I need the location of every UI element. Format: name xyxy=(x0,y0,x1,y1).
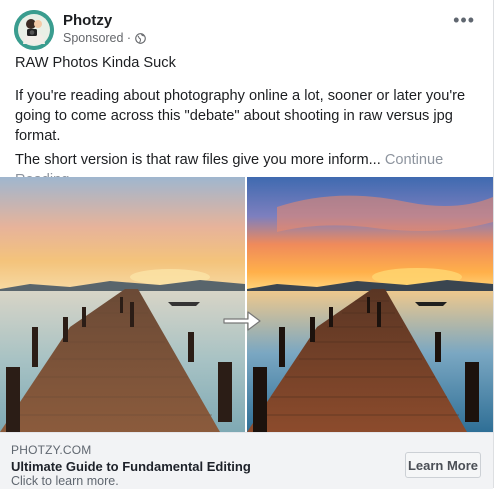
before-photo[interactable] xyxy=(0,177,245,432)
after-photo[interactable] xyxy=(247,177,493,432)
page-avatar[interactable] xyxy=(14,10,54,50)
comparison-image[interactable] xyxy=(0,177,493,432)
page-name-link[interactable]: Photzy xyxy=(63,12,112,29)
post-meta: Sponsored · xyxy=(63,31,146,45)
ad-link-footer[interactable]: PHOTZY.COM Ultimate Guide to Fundamental… xyxy=(0,432,493,489)
post-paragraph-2-text: The short version is that raw files give… xyxy=(15,152,381,168)
learn-more-button[interactable]: Learn More xyxy=(405,452,481,478)
post-paragraph-1: If you're reading about photography onli… xyxy=(15,88,466,144)
sponsored-post-card: Photzy Sponsored · ••• RAW Photos Kinda … xyxy=(0,0,494,489)
post-title: RAW Photos Kinda Suck xyxy=(15,55,176,71)
more-options-icon[interactable]: ••• xyxy=(453,10,475,31)
ad-domain: PHOTZY.COM xyxy=(11,443,92,457)
sponsored-label[interactable]: Sponsored · xyxy=(63,31,131,45)
globe-icon xyxy=(135,32,146,44)
ad-description: Click to learn more. xyxy=(11,474,119,488)
arrow-right-icon xyxy=(223,311,261,331)
ad-headline[interactable]: Ultimate Guide to Fundamental Editing xyxy=(11,459,251,474)
